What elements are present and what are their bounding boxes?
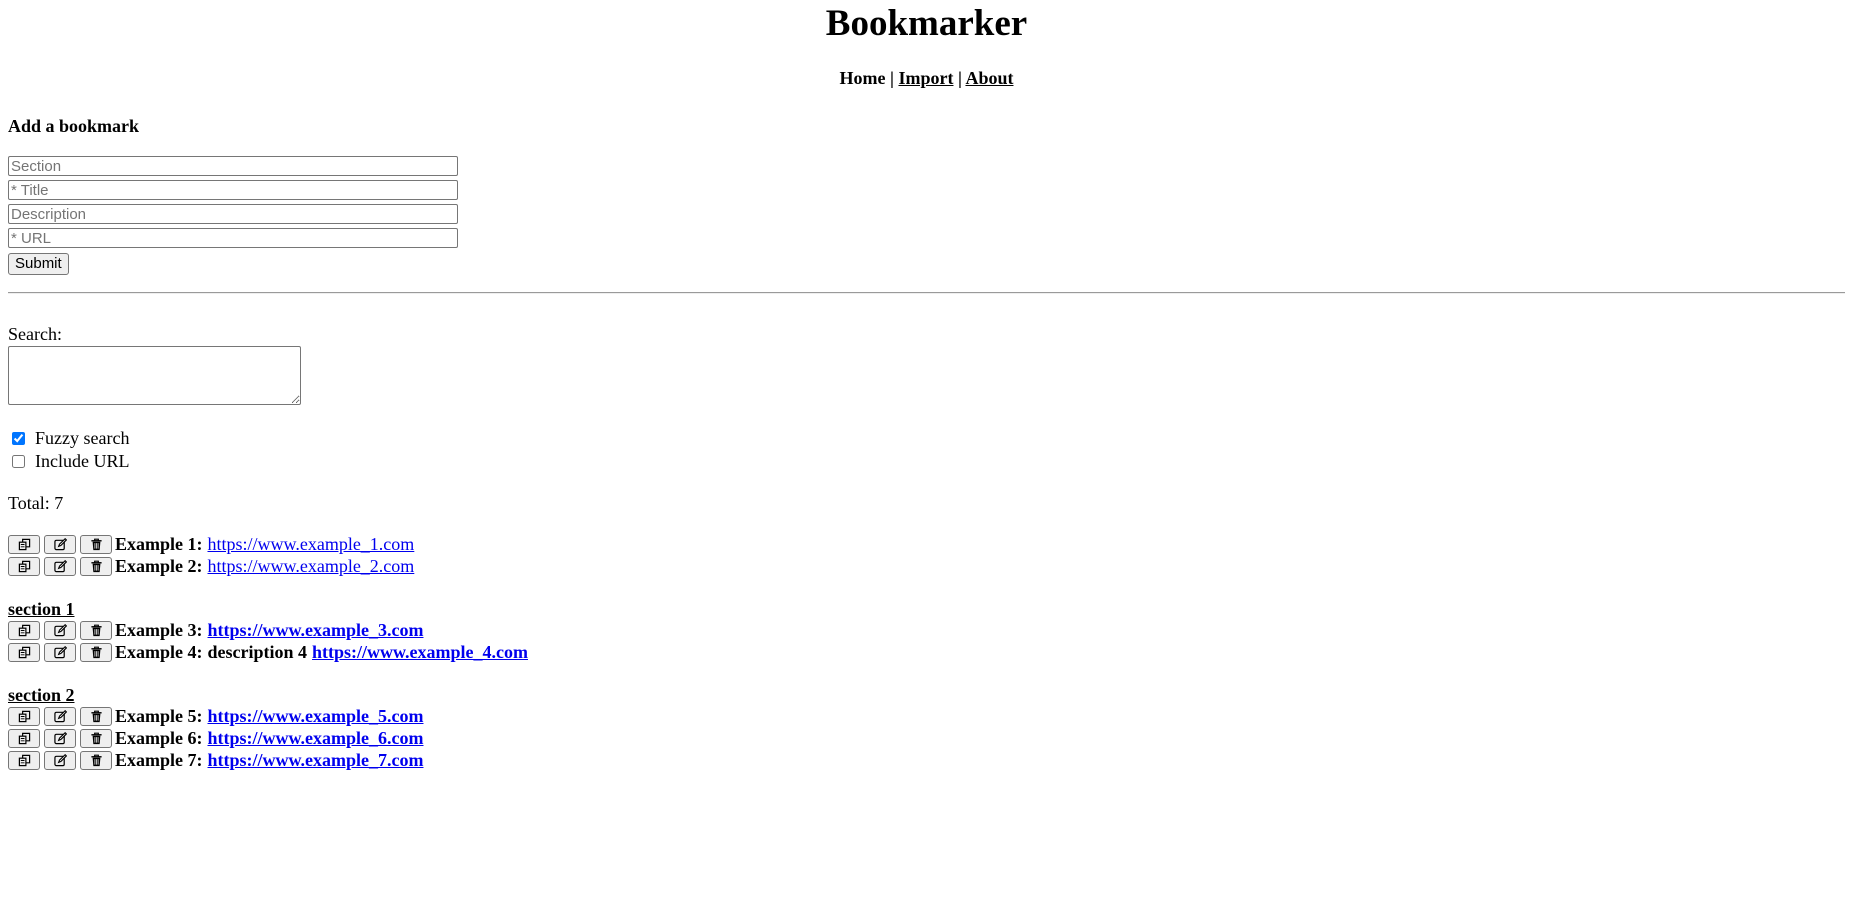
copy-icon [18,710,31,723]
copy-icon [18,732,31,745]
nav-separator: | [957,68,962,88]
delete-button[interactable] [80,535,112,554]
bookmark-link[interactable]: https://www.example_2.com [208,556,415,577]
delete-button[interactable] [80,621,112,640]
copy-icon [18,624,31,637]
search-options: Fuzzy search Include URL [8,427,1845,473]
trash-icon [90,710,103,723]
bookmark-link[interactable]: https://www.example_4.com [312,642,528,663]
bookmark-row: Example 2: https://www.example_2.com [8,556,1845,578]
section-input[interactable] [8,156,458,176]
copy-button[interactable] [8,621,40,640]
bookmark-title: Example 6: [115,728,203,748]
bookmark-link[interactable]: https://www.example_6.com [208,728,424,749]
copy-button[interactable] [8,729,40,748]
fuzzy-search-checkbox[interactable] [12,431,25,445]
title-input[interactable] [8,180,458,200]
trash-icon [90,624,103,637]
bookmark-row: Example 3: https://www.example_3.com [8,620,1845,642]
bookmark-link[interactable]: https://www.example_7.com [208,750,424,771]
bookmark-row: Example 1: https://www.example_1.com [8,534,1845,556]
edit-icon [53,538,67,551]
add-bookmark-heading: Add a bookmark [8,116,140,136]
trash-icon [90,754,103,767]
edit-button[interactable] [44,621,76,640]
section-heading: section 2 [8,684,75,705]
search-input[interactable] [8,345,301,405]
bookmark-link[interactable]: https://www.example_3.com [208,620,424,641]
copy-icon [18,646,31,659]
copy-button[interactable] [8,643,40,662]
copy-button[interactable] [8,707,40,726]
bookmark-link[interactable]: https://www.example_1.com [208,534,415,555]
trash-icon [90,538,103,551]
edit-icon [53,710,67,723]
total-count: Total: 7 [8,492,64,513]
bookmark-description: description 4 [207,642,308,662]
divider [8,291,1845,294]
fuzzy-search-label: Fuzzy search [35,427,130,448]
copy-button[interactable] [8,535,40,554]
page: Bookmarker Home | Import | About Add a b… [0,0,1853,772]
edit-icon [53,646,67,659]
edit-button[interactable] [44,751,76,770]
edit-button[interactable] [44,729,76,748]
delete-button[interactable] [80,557,112,576]
bookmark-row: Example 7: https://www.example_7.com [8,750,1845,772]
copy-icon [18,560,31,573]
nav-about-link[interactable]: About [965,68,1013,88]
trash-icon [90,732,103,745]
edit-button[interactable] [44,535,76,554]
edit-button[interactable] [44,557,76,576]
bookmark-row: Example 4: description 4 https://www.examp… [8,642,1845,664]
description-input[interactable] [8,204,458,224]
bookmark-title: Example 7: [115,750,203,770]
bookmark-list: Example 1: https://www.example_1.com Examp… [8,534,1845,772]
edit-icon [53,624,67,637]
bookmark-row: Example 5: https://www.example_5.com [8,706,1845,728]
main-nav: Home | Import | About [8,68,1845,88]
bookmark-link[interactable]: https://www.example_5.com [208,706,424,727]
delete-button[interactable] [80,729,112,748]
bookmark-title: Example 2: [115,556,203,576]
edit-icon [53,560,67,573]
include-url-option[interactable]: Include URL [8,450,1845,473]
copy-button[interactable] [8,557,40,576]
bookmark-title: Example 5: [115,706,203,726]
delete-button[interactable] [80,751,112,770]
bookmark-title: Example 1: [115,534,203,554]
add-bookmark-form: Submit [8,156,1845,275]
edit-icon [53,754,67,767]
nav-import-link[interactable]: Import [898,68,953,88]
nav-separator: | [890,68,894,88]
edit-button[interactable] [44,643,76,662]
bookmark-title: Example 4: [115,642,203,662]
page-title: Bookmarker [825,3,1028,44]
fuzzy-search-option[interactable]: Fuzzy search [8,427,1845,450]
delete-button[interactable] [80,707,112,726]
nav-home: Home [839,68,886,88]
edit-button[interactable] [44,707,76,726]
bookmark-title: Example 3: [115,620,203,640]
url-input[interactable] [8,228,458,248]
include-url-label: Include URL [35,450,130,471]
section-heading: section 1 [8,598,75,619]
copy-button[interactable] [8,751,40,770]
delete-button[interactable] [80,643,112,662]
copy-icon [18,538,31,551]
include-url-checkbox[interactable] [12,454,25,468]
trash-icon [90,560,103,573]
edit-icon [53,732,67,745]
submit-button[interactable]: Submit [8,252,69,275]
search-label: Search: [8,323,62,344]
copy-icon [18,754,31,767]
trash-icon [90,646,103,659]
bookmark-row: Example 6: https://www.example_6.com [8,728,1845,750]
